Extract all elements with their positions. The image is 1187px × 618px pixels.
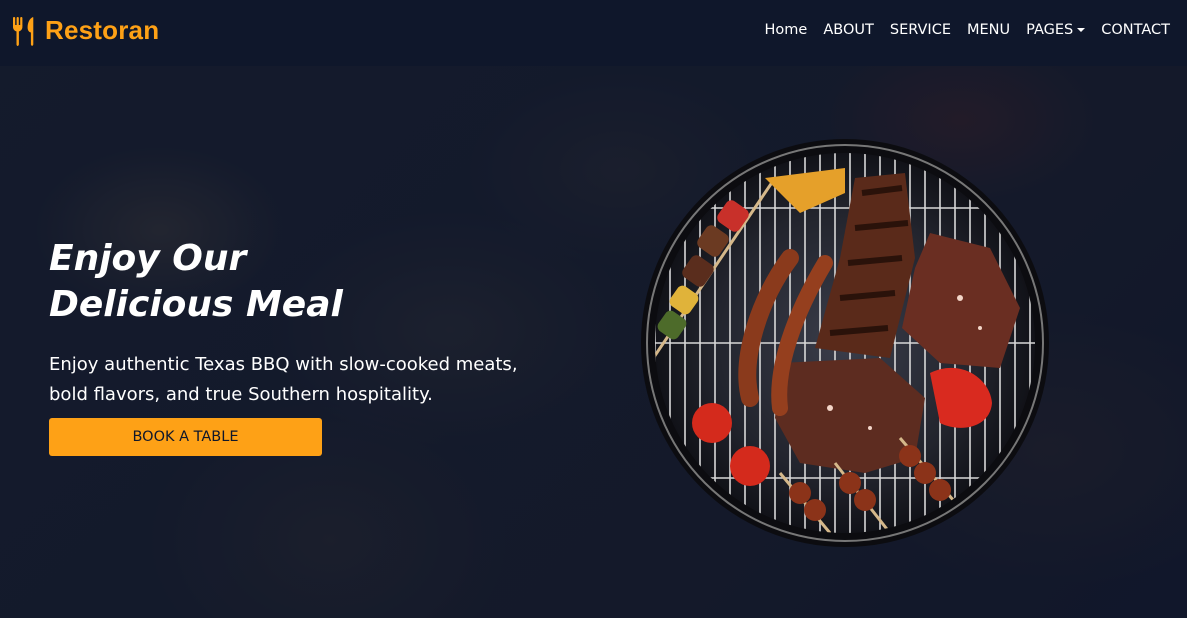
- utensils-icon: [13, 16, 34, 46]
- hero-subtitle: Enjoy authentic Texas BBQ with slow-cook…: [49, 354, 518, 405]
- nav-service[interactable]: SERVICE: [890, 22, 951, 38]
- main-nav: Home ABOUT SERVICE MENU PAGES CONTACT: [765, 22, 1170, 38]
- book-table-button[interactable]: BOOK A TABLE: [49, 418, 322, 456]
- nav-pages-label: PAGES: [1026, 22, 1074, 38]
- brand-name: Restoran: [45, 15, 160, 45]
- bbq-grill-image: [641, 139, 1049, 547]
- nav-pages-dropdown[interactable]: PAGES: [1026, 22, 1086, 38]
- hero-title-line1: Enjoy Our: [49, 238, 247, 279]
- hero-title: Enjoy Our Delicious Meal: [49, 236, 569, 328]
- navbar: Restoran Home ABOUT SERVICE MENU PAGES C…: [0, 0, 1187, 66]
- brand-logo[interactable]: Restoran: [12, 15, 159, 46]
- nav-menu[interactable]: MENU: [967, 22, 1010, 38]
- nav-home[interactable]: Home: [765, 22, 808, 38]
- nav-about[interactable]: ABOUT: [823, 22, 874, 38]
- nav-contact[interactable]: CONTACT: [1101, 22, 1170, 38]
- caret-down-icon: [1077, 28, 1086, 32]
- hero-title-line2: Delicious Meal: [49, 284, 343, 325]
- hero-content: Enjoy Our Delicious Meal Enjoy authentic…: [49, 236, 569, 410]
